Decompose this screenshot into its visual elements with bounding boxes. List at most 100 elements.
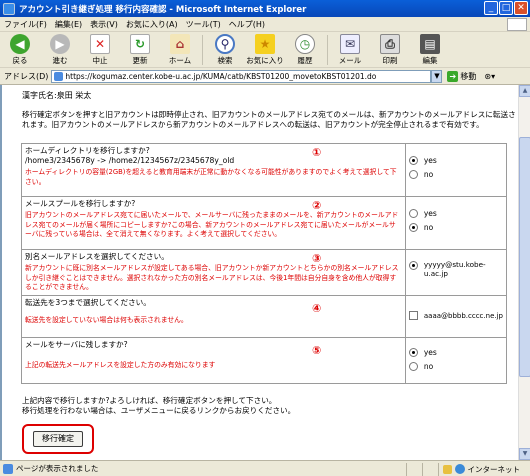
question-text: 転送先を3つまで選択してください。: [25, 298, 151, 307]
question-text: 別名メールアドレスを選択してください。: [25, 252, 169, 261]
radio-label: yes: [423, 348, 437, 357]
search-button[interactable]: ⚲ 検索: [205, 34, 245, 66]
back-button[interactable]: ◀ 戻る: [0, 34, 40, 66]
radio-button[interactable]: [408, 348, 418, 357]
search-icon: ⚲: [215, 34, 235, 54]
minimize-button[interactable]: _: [484, 1, 498, 15]
search-label: 検索: [217, 56, 233, 65]
forward-address-label: aaaa@bbbb.cccc.ne.jp: [423, 311, 503, 320]
question-text: メールをサーバに残しますか?: [25, 340, 128, 349]
menu-help[interactable]: ヘルプ(H): [225, 19, 269, 30]
scroll-up-arrow-icon[interactable]: ▲: [519, 85, 530, 97]
status-panel: [421, 462, 438, 476]
page-content: 漢字氏名:泉田 栄太 移行確定ボタンを押すと旧アカウントは即時停止され、旧アカウ…: [0, 85, 518, 460]
radio-label: no: [423, 223, 434, 232]
alias-address-option[interactable]: yyyyy@stu.kobe-u.ac.jp: [408, 260, 503, 278]
question-text: メールスプールを移行しますか?: [25, 199, 136, 208]
address-input[interactable]: https://kogumaz.center.kobe-u.ac.jp/KUMA…: [51, 69, 432, 83]
scroll-down-arrow-icon[interactable]: ▼: [519, 448, 530, 460]
favorites-label: お気に入り: [246, 56, 284, 65]
radio-yes[interactable]: yes: [408, 348, 503, 357]
edit-button[interactable]: ▤ 編集: [410, 34, 450, 66]
answer-cell: yes no: [404, 143, 508, 197]
maximize-button[interactable]: □: [499, 1, 513, 15]
warning-note: 新アカウントに既に別名メールアドレスが設定してある場合、旧アカウントか新アカウン…: [25, 264, 399, 291]
home-icon: ⌂: [170, 34, 190, 54]
intro-text: 移行確定ボタンを押すと旧アカウントは即時停止され、旧アカウントのメールアドレス宛…: [22, 110, 516, 129]
refresh-label: 更新: [132, 56, 148, 65]
close-button[interactable]: ✕: [514, 1, 528, 15]
checkbox[interactable]: [408, 311, 418, 320]
radio-button[interactable]: [408, 261, 418, 270]
forward-button[interactable]: ▶ 進む: [40, 34, 80, 66]
radio-button[interactable]: [408, 170, 418, 179]
radio-label: yes: [423, 209, 437, 218]
favorites-button[interactable]: ★ お気に入り: [245, 34, 285, 66]
page-done-icon: [3, 463, 13, 474]
step-number: ②: [312, 199, 322, 212]
address-dropdown-button[interactable]: ▼: [431, 69, 443, 83]
confirm-move-button[interactable]: 移行確定: [33, 431, 83, 447]
window-controls: _ □ ✕: [484, 1, 528, 15]
forward-arrow-icon: ▶: [50, 34, 70, 54]
radio-yes[interactable]: yes: [408, 156, 503, 165]
links-chevron-icon[interactable]: ⊛▾: [484, 72, 495, 81]
menu-tools[interactable]: ツール(T): [182, 19, 225, 30]
menu-file[interactable]: ファイル(F): [0, 19, 51, 30]
menu-edit[interactable]: 編集(E): [51, 19, 86, 30]
menu-view[interactable]: 表示(V): [86, 19, 122, 30]
forward-address-option[interactable]: aaaa@bbbb.cccc.ne.jp: [408, 311, 503, 320]
toolbar-divider: [327, 35, 328, 65]
home-button[interactable]: ⌂ ホーム: [160, 34, 200, 66]
home-label: ホーム: [168, 56, 192, 65]
stop-label: 中止: [92, 56, 108, 65]
stop-button[interactable]: ✕ 中止: [80, 34, 120, 66]
answer-cell: aaaa@bbbb.cccc.ne.jp: [404, 295, 508, 338]
refresh-button[interactable]: ↻ 更新: [120, 34, 160, 66]
warning-note: 転送先を設定していない場合は何も表示されません。: [25, 316, 188, 324]
table-row: ホームディレクトリを移行しますか? /home3/2345678y -> /ho…: [21, 143, 508, 197]
mail-button[interactable]: ✉ メール: [330, 34, 370, 66]
answer-cell: yyyyy@stu.kobe-u.ac.jp: [404, 249, 508, 296]
confirm-instructions: 上記内容で移行しますか?よろしければ、移行確定ボタンを押して下さい。 移行処理を…: [22, 396, 502, 416]
back-label: 戻る: [12, 56, 28, 65]
radio-no[interactable]: no: [408, 223, 503, 232]
history-icon: ◷: [295, 34, 315, 54]
zone-label: インターネット: [467, 464, 521, 474]
history-button[interactable]: ◷ 履歴: [285, 34, 325, 66]
radio-button[interactable]: [408, 209, 418, 218]
ie-icon: [3, 2, 15, 15]
radio-label: no: [423, 170, 434, 179]
menu-bar: ファイル(F) 編集(E) 表示(V) お気に入り(A) ツール(T) ヘルプ(…: [0, 17, 530, 32]
table-row: 別名メールアドレスを選択してください。 新アカウントに既に別名メールアドレスが設…: [21, 249, 508, 296]
address-url: https://kogumaz.center.kobe-u.ac.jp/KUMA…: [65, 71, 377, 81]
forward-label: 進む: [52, 56, 68, 65]
go-arrow-icon: ➔: [447, 70, 459, 82]
refresh-icon: ↻: [130, 34, 150, 54]
radio-label: yes: [423, 156, 437, 165]
radio-label: no: [423, 362, 434, 371]
alias-address-label: yyyyy@stu.kobe-u.ac.jp: [423, 260, 486, 278]
page-icon: [54, 71, 64, 81]
scroll-thumb[interactable]: [519, 137, 530, 377]
go-button[interactable]: ➔ 移動: [447, 70, 476, 82]
answer-cell: yes no: [404, 196, 508, 250]
print-button[interactable]: ⎙ 印刷: [370, 34, 410, 66]
address-bar: アドレス(D) https://kogumaz.center.kobe-u.ac…: [0, 68, 530, 85]
confirm-line: 上記内容で移行しますか?よろしければ、移行確定ボタンを押して下さい。: [22, 396, 277, 405]
toolbar: ◀ 戻る ▶ 進む ✕ 中止 ↻ 更新 ⌂ ホーム ⚲ 検索 ★ お気に入り ◷…: [0, 32, 530, 68]
radio-yes[interactable]: yes: [408, 209, 503, 218]
radio-button[interactable]: [408, 362, 418, 371]
vertical-scrollbar[interactable]: ▲ ▼: [518, 85, 530, 460]
radio-no[interactable]: no: [408, 170, 503, 179]
radio-button[interactable]: [408, 223, 418, 232]
menu-favorites[interactable]: お気に入り(A): [122, 19, 182, 30]
mail-icon: ✉: [340, 34, 360, 54]
windows-flag-icon: [507, 18, 527, 31]
stop-icon: ✕: [90, 34, 110, 54]
favorites-star-icon: ★: [255, 34, 275, 54]
window-title: アカウント引き継ぎ処理 移行内容確認 - Microsoft Internet …: [19, 4, 307, 15]
radio-no[interactable]: no: [408, 362, 503, 371]
options-table: ホームディレクトリを移行しますか? /home3/2345678y -> /ho…: [21, 143, 508, 384]
radio-button[interactable]: [408, 156, 418, 165]
